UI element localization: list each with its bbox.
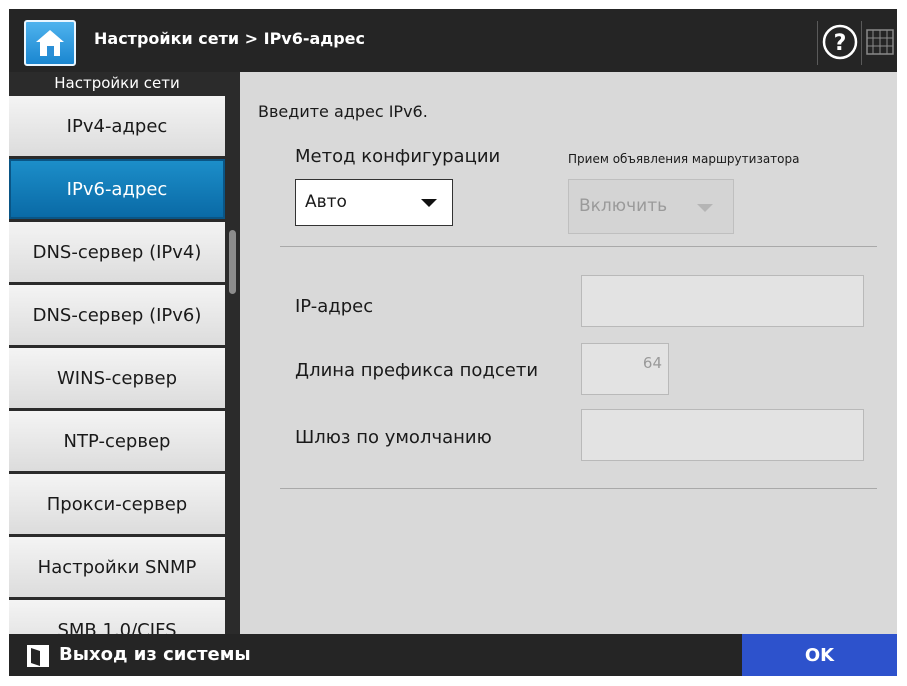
divider <box>280 246 877 247</box>
sidebar-item-ipv4[interactable]: IPv4-адрес <box>9 96 225 156</box>
sidebar-item-ipv6[interactable]: IPv6-адрес <box>9 159 225 219</box>
router-ad-select: Включить <box>568 179 734 234</box>
sidebar-item-smb[interactable]: SMB 1.0/CIFS <box>9 600 225 634</box>
router-ad-label: Прием объявления маршрутизатора <box>568 152 800 166</box>
sidebar-item-ntp[interactable]: NTP-сервер <box>9 411 225 471</box>
main-panel: Введите адрес IPv6. Метод конфигурации А… <box>240 72 897 634</box>
page-title: Настройки сети > IPv6-адрес <box>94 29 365 48</box>
home-button[interactable] <box>24 20 76 66</box>
prefix-length-label: Длина префикса подсети <box>295 360 539 381</box>
ip-address-field <box>581 275 864 327</box>
sidebar-caption: Настройки сети <box>54 74 180 92</box>
sidebar-menu: IPv4-адрес IPv6-адрес DNS-сервер (IPv4) … <box>9 96 225 634</box>
ip-address-label: IP-адрес <box>295 296 374 317</box>
sidebar-item-snmp[interactable]: Настройки SNMP <box>9 537 225 597</box>
prefix-length-field: 64 <box>581 343 669 395</box>
chevron-down-icon <box>421 199 437 207</box>
config-method-value: Авто <box>305 192 347 212</box>
scrollbar-thumb[interactable] <box>229 230 236 294</box>
home-icon <box>36 30 64 56</box>
sidebar-scrollbar[interactable] <box>225 72 240 634</box>
gateway-field <box>581 409 864 461</box>
app-window: Настройки сети > IPv6-адрес ? Настройки … <box>9 9 897 676</box>
sidebar-item-wins[interactable]: WINS-сервер <box>9 348 225 408</box>
intro-text: Введите адрес IPv6. <box>258 102 428 121</box>
logout-icon <box>27 645 49 667</box>
ok-button[interactable]: OK <box>742 634 897 676</box>
logout-label: Выход из системы <box>59 644 251 665</box>
prefix-length-value: 64 <box>642 354 662 372</box>
help-icon: ? <box>822 24 858 60</box>
divider <box>280 488 877 489</box>
chevron-down-icon <box>697 204 713 212</box>
svg-text:?: ? <box>834 31 847 56</box>
gateway-label: Шлюз по умолчанию <box>295 427 492 448</box>
sidebar-item-dns-ipv4[interactable]: DNS-сервер (IPv4) <box>9 222 225 282</box>
router-ad-value: Включить <box>579 196 668 216</box>
logout-button[interactable]: Выход из системы <box>9 634 309 676</box>
sidebar-item-proxy[interactable]: Прокси-сервер <box>9 474 225 534</box>
footer-bar: Выход из системы OK <box>9 634 897 676</box>
help-button[interactable]: ? <box>817 21 861 65</box>
header-bar: Настройки сети > IPv6-адрес ? <box>9 9 897 72</box>
sidebar-item-dns-ipv6[interactable]: DNS-сервер (IPv6) <box>9 285 225 345</box>
keyboard-icon <box>866 29 894 55</box>
config-method-label: Метод конфигурации <box>295 146 501 167</box>
config-method-select[interactable]: Авто <box>295 179 453 226</box>
sidebar: Настройки сети IPv4-адрес IPv6-адрес DNS… <box>9 72 240 634</box>
keyboard-button[interactable] <box>861 21 897 65</box>
